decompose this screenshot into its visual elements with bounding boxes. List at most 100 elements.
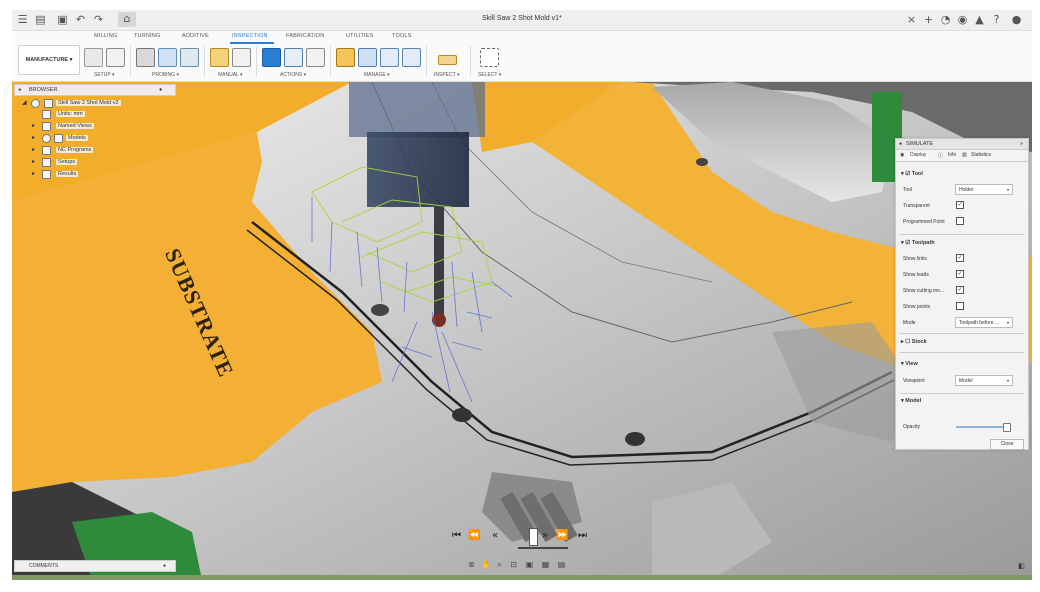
tab-milling[interactable]: MILLING: [94, 33, 117, 39]
tab-info[interactable]: Info: [948, 152, 956, 160]
probe-wcs-icon[interactable]: [136, 48, 155, 67]
probe-geometry-icon[interactable]: [158, 48, 177, 67]
workspace-switcher[interactable]: MANUFACTURE ▾: [18, 45, 80, 75]
show-points-checkbox[interactable]: [956, 302, 964, 310]
section-stock[interactable]: ▸ ☐ Stock: [901, 339, 927, 345]
programmed-point-checkbox[interactable]: [956, 217, 964, 225]
tree-item-label: Units: mm: [56, 111, 85, 117]
group-manage[interactable]: MANAGE ▾: [364, 72, 390, 78]
save-icon[interactable]: ▣: [56, 13, 69, 26]
section-view[interactable]: ▾ View: [901, 361, 918, 367]
post-process-icon[interactable]: [284, 48, 303, 67]
playback-position-handle[interactable]: [529, 528, 538, 546]
grid-menu-icon[interactable]: ☰: [16, 13, 29, 26]
group-inspect[interactable]: INSPECT ▾: [434, 72, 459, 78]
visibility-icon[interactable]: [31, 99, 40, 108]
comments-add-icon[interactable]: ●: [163, 563, 166, 569]
show-links-checkbox[interactable]: ✓: [956, 254, 964, 262]
viewpoint-dropdown[interactable]: Model ▾: [955, 375, 1013, 386]
opacity-slider-track[interactable]: [956, 426, 1006, 428]
group-probing[interactable]: PROBING ▾: [152, 72, 179, 78]
collapse-icon[interactable]: ▾ ☑: [901, 171, 912, 177]
opacity-slider-handle[interactable]: [1003, 423, 1011, 432]
show-leads-checkbox[interactable]: ✓: [956, 270, 964, 278]
expand-icon[interactable]: ▸: [32, 146, 35, 153]
group-actions[interactable]: ACTIONS ▾: [280, 72, 306, 78]
viewports-icon[interactable]: ▤: [557, 560, 566, 569]
group-manual[interactable]: MANUAL ▾: [218, 72, 243, 78]
tab-additive[interactable]: ADDITIVE: [182, 33, 209, 39]
display-toggle-icon[interactable]: ◧: [1017, 562, 1026, 571]
manual-report-icon[interactable]: [232, 48, 251, 67]
notifications-icon[interactable]: ▲: [973, 13, 986, 26]
surface-inspection-icon[interactable]: [180, 48, 199, 67]
visibility-icon[interactable]: [42, 134, 51, 143]
expand-icon[interactable]: ◢: [22, 99, 27, 106]
new-setup-icon[interactable]: [84, 48, 103, 67]
skip-start-icon[interactable]: ⏮: [452, 530, 461, 541]
tab-statistics[interactable]: Statistics: [971, 152, 991, 160]
machine-library-icon[interactable]: [402, 48, 421, 67]
tab-turning[interactable]: TURNING: [134, 33, 160, 39]
expand-icon[interactable]: ▸: [32, 134, 35, 141]
post-library-icon[interactable]: [380, 48, 399, 67]
orbit-icon[interactable]: ⊛: [467, 560, 476, 569]
setup-sheet-icon[interactable]: [106, 48, 125, 67]
pan-icon[interactable]: ✋: [481, 560, 491, 569]
redo-icon[interactable]: ↷: [92, 13, 105, 26]
tab-display[interactable]: Display: [908, 152, 929, 160]
tab-inspection[interactable]: INSPECTION: [232, 33, 268, 39]
simulate-header[interactable]: ● SIMULATE »: [896, 139, 1028, 150]
mode-dropdown[interactable]: Toolpath before ... ▾: [955, 317, 1013, 328]
tool-dropdown[interactable]: Holder ▾: [955, 184, 1013, 195]
expand-icon[interactable]: ▸ ☐: [901, 339, 912, 345]
tab-fabrication[interactable]: FABRICATION: [286, 33, 324, 39]
group-setup[interactable]: SETUP ▾: [94, 72, 114, 78]
close-button[interactable]: Close: [990, 439, 1024, 450]
tool-library-icon[interactable]: [336, 48, 355, 67]
file-icon[interactable]: ▤: [34, 13, 47, 26]
home-icon[interactable]: ⌂: [118, 12, 136, 27]
close-tab-icon[interactable]: ×: [905, 13, 918, 26]
expand-icon[interactable]: ▸: [32, 122, 35, 129]
job-status-icon[interactable]: ◔: [939, 13, 952, 26]
skip-end-icon[interactable]: ⏭: [578, 530, 587, 541]
transparent-checkbox[interactable]: ✓: [956, 201, 964, 209]
avatar[interactable]: ●: [1010, 13, 1023, 26]
section-model[interactable]: ▾ Model: [901, 398, 921, 404]
new-tab-icon[interactable]: +: [922, 13, 935, 26]
playback-timeline[interactable]: [518, 547, 568, 549]
step-forward-icon[interactable]: ⏩: [556, 530, 568, 541]
comments-bar[interactable]: COMMENTS ●: [14, 560, 176, 572]
expand-panel-icon[interactable]: »: [1020, 141, 1023, 147]
tree-item-label: NC Programs: [56, 147, 94, 153]
expand-icon[interactable]: ▸: [32, 158, 35, 165]
rewind-icon[interactable]: «: [492, 530, 498, 541]
fit-icon[interactable]: ⊡: [509, 560, 518, 569]
zoom-icon[interactable]: ⌕: [495, 560, 504, 569]
template-library-icon[interactable]: [358, 48, 377, 67]
tab-tools[interactable]: TOOLS: [392, 33, 412, 39]
browser-header[interactable]: ◂ BROWSER ●: [14, 84, 176, 96]
display-settings-icon[interactable]: ▣: [525, 560, 534, 569]
fast-forward-icon[interactable]: »: [542, 530, 548, 541]
undo-icon[interactable]: ↶: [74, 13, 87, 26]
help-icon[interactable]: ?: [990, 13, 1003, 26]
tab-utilities[interactable]: UTILITIES: [346, 33, 373, 39]
collapse-icon[interactable]: ▾ ☑: [901, 240, 912, 246]
step-back-icon[interactable]: ⏪: [468, 530, 480, 541]
section-toolpath[interactable]: ▾ ☑ Toolpath: [901, 240, 935, 246]
measure-icon[interactable]: [438, 55, 457, 65]
select-icon[interactable]: [480, 48, 499, 67]
collapse-icon[interactable]: ◂: [18, 87, 21, 93]
simulate-icon[interactable]: [262, 48, 281, 67]
show-cutting-checkbox[interactable]: ✓: [956, 286, 964, 294]
extensions-icon[interactable]: ◉: [956, 13, 969, 26]
group-select[interactable]: SELECT ▾: [478, 72, 501, 78]
setup-sheet-report-icon[interactable]: [306, 48, 325, 67]
grid-icon[interactable]: ▦: [541, 560, 550, 569]
expand-icon[interactable]: ▸: [32, 170, 35, 177]
manual-measure-icon[interactable]: [210, 48, 229, 67]
section-tool[interactable]: ▾ ☑ Tool: [901, 171, 923, 177]
browser-pin-icon[interactable]: ●: [159, 87, 162, 93]
